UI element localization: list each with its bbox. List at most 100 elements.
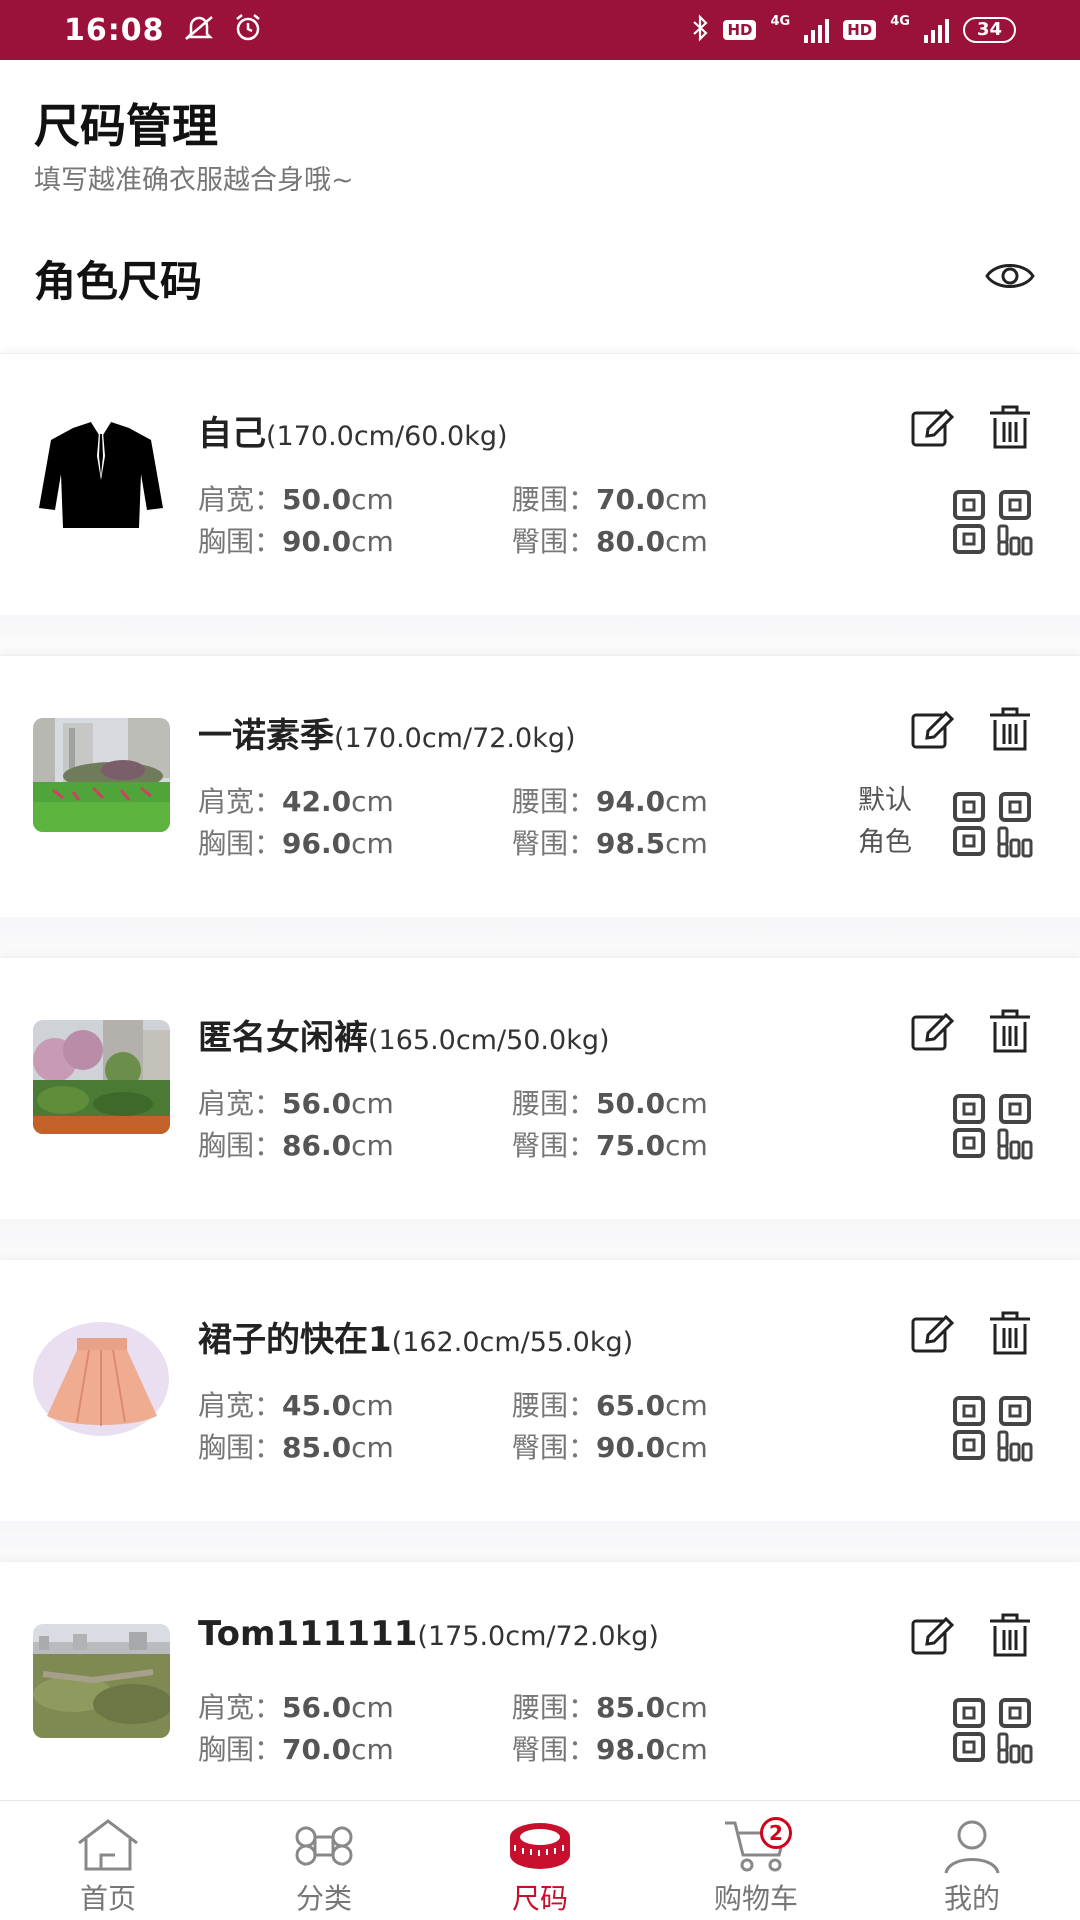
qr-code-icon[interactable]: [953, 490, 1033, 556]
measure-label: 腰围：: [512, 1087, 597, 1120]
signal-icon: [804, 17, 830, 43]
profile-name-row: 一诺素季(170.0cm/72.0kg): [198, 708, 576, 757]
measure-unit: cm: [665, 827, 708, 860]
signal-icon-2: [923, 17, 949, 43]
measure-value: 85.0: [282, 1431, 352, 1464]
trash-icon[interactable]: [988, 1310, 1032, 1356]
measure-value: 56.0: [282, 1691, 352, 1724]
measure-label: 臀围：: [512, 827, 597, 860]
avatar: [33, 1624, 170, 1738]
profile-name: 一诺素季: [198, 716, 334, 756]
battery-indicator: 34: [962, 17, 1016, 43]
measure-waist: 腰围：85.0cm: [512, 1686, 708, 1726]
measure-shoulder: 肩宽：56.0cm: [198, 1686, 394, 1726]
status-bar: 16:08 HD 4G HD 4G 34: [0, 0, 1080, 60]
mute-notification-icon: [183, 14, 215, 46]
network-type: 4G: [770, 14, 791, 29]
hd-badge-2: HD: [843, 20, 877, 40]
edit-icon[interactable]: [910, 708, 955, 752]
measure-unit: cm: [665, 785, 708, 818]
measure-chest: 胸围：86.0cm: [198, 1124, 394, 1164]
measure-value: 70.0: [596, 483, 666, 516]
measure-waist: 腰围：65.0cm: [512, 1384, 708, 1424]
measure-chest: 胸围：90.0cm: [198, 520, 394, 560]
page-header: 尺码管理 填写越准确衣服越合身哦~ 角色尺码: [0, 60, 1080, 350]
measure-waist: 腰围：70.0cm: [512, 478, 708, 518]
measure-value: 94.0: [596, 785, 666, 818]
edit-icon[interactable]: [910, 1010, 955, 1054]
profile-card[interactable]: 自己(170.0cm/60.0kg) 肩宽：50.0cm 腰围：70.0cm 胸围：9…: [0, 353, 1080, 655]
trash-icon[interactable]: [988, 404, 1032, 450]
measure-unit: cm: [351, 1129, 394, 1162]
profile-name-row: 匿名女闲裤(165.0cm/50.0kg): [198, 1010, 610, 1059]
measure-value: 45.0: [282, 1389, 352, 1422]
measure-waist: 腰围：50.0cm: [512, 1082, 708, 1122]
page-subtitle: 填写越准确衣服越合身哦~: [34, 165, 354, 196]
profile-height-weight: (165.0cm/50.0kg): [368, 1025, 610, 1056]
bottom-tab-bar: 首页 分类 尺码 2 购物车 我的: [0, 1800, 1080, 1920]
profile-name: 匿名女闲裤: [198, 1018, 368, 1058]
section-title: 角色尺码: [34, 257, 203, 306]
measure-value: 50.0: [596, 1087, 666, 1120]
measure-unit: cm: [665, 1087, 708, 1120]
tab-mine[interactable]: 我的: [864, 1801, 1080, 1920]
measure-label: 腰围：: [512, 1691, 597, 1724]
measure-value: 75.0: [596, 1129, 666, 1162]
tab-size-label: 尺码: [511, 1882, 568, 1915]
measure-unit: cm: [351, 1691, 394, 1724]
measure-value: 85.0: [596, 1691, 666, 1724]
measure-label: 胸围：: [198, 1129, 283, 1162]
measure-value: 98.0: [596, 1733, 666, 1766]
edit-icon[interactable]: [910, 1614, 955, 1658]
trash-icon[interactable]: [988, 706, 1032, 752]
qr-code-icon[interactable]: [953, 1698, 1033, 1764]
measure-label: 肩宽：: [198, 1691, 283, 1724]
measure-value: 50.0: [282, 483, 352, 516]
profile-name-row: 自己(170.0cm/60.0kg): [198, 406, 508, 455]
qr-code-icon[interactable]: [953, 1396, 1033, 1462]
measure-hip: 臀围：75.0cm: [512, 1124, 708, 1164]
profile-card[interactable]: Tom111111(175.0cm/72.0kg) 肩宽：56.0cm 腰围：85.…: [0, 1561, 1080, 1863]
default-label-line2: 角色: [858, 827, 912, 858]
category-icon: [295, 1826, 353, 1866]
profile-card[interactable]: 匿名女闲裤(165.0cm/50.0kg) 肩宽：56.0cm 腰围：50.0cm 胸…: [0, 957, 1080, 1259]
measure-label: 肩宽：: [198, 1389, 283, 1422]
tab-category-label: 分类: [295, 1882, 352, 1915]
measure-unit: cm: [665, 1691, 708, 1724]
tab-category[interactable]: 分类: [216, 1801, 432, 1920]
tab-size[interactable]: 尺码: [432, 1801, 648, 1920]
profile-height-weight: (162.0cm/55.0kg): [391, 1327, 634, 1358]
measure-label: 胸围：: [198, 1733, 283, 1766]
avatar: [33, 1322, 170, 1436]
measure-chest: 胸围：96.0cm: [198, 822, 394, 862]
measure-label: 胸围：: [198, 1431, 283, 1464]
measure-label: 胸围：: [198, 827, 283, 860]
qr-code-icon[interactable]: [953, 1094, 1033, 1160]
measure-label: 臀围：: [512, 525, 597, 558]
eye-icon[interactable]: [984, 258, 1036, 294]
profile-name-row: 裙子的快在1(162.0cm/55.0kg): [198, 1312, 633, 1361]
measure-value: 96.0: [282, 827, 352, 860]
profile-card[interactable]: 裙子的快在1(162.0cm/55.0kg) 肩宽：45.0 cm 腰围：65.0cm…: [0, 1259, 1080, 1561]
profile-name: 裙子的快在1: [198, 1320, 392, 1360]
measure-label: 肩宽：: [198, 483, 283, 516]
measure-label: 胸围：: [198, 525, 283, 558]
tab-home[interactable]: 首页: [0, 1801, 216, 1920]
tab-cart[interactable]: 2 购物车: [648, 1801, 864, 1920]
tab-cart-label: 购物车: [713, 1882, 798, 1915]
home-icon: [78, 1819, 138, 1871]
qr-code-icon[interactable]: [953, 792, 1033, 858]
status-time: 16:08: [64, 12, 165, 48]
default-label-line1: 默认: [858, 785, 912, 816]
measure-value: 90.0: [596, 1431, 666, 1464]
measure-value: 65.0: [596, 1389, 666, 1422]
measure-unit: cm: [665, 1389, 708, 1422]
trash-icon[interactable]: [988, 1008, 1032, 1054]
edit-icon[interactable]: [910, 406, 955, 450]
profile-name-row: Tom111111(175.0cm/72.0kg): [198, 1614, 659, 1654]
measure-waist: 腰围：94.0cm: [512, 780, 708, 820]
cart-badge: 2: [760, 1817, 792, 1849]
edit-icon[interactable]: [910, 1312, 955, 1356]
trash-icon[interactable]: [988, 1612, 1032, 1658]
profile-card[interactable]: 一诺素季(170.0cm/72.0kg) 肩宽：42.0cm 腰围：94.0cm 胸围…: [0, 655, 1080, 957]
